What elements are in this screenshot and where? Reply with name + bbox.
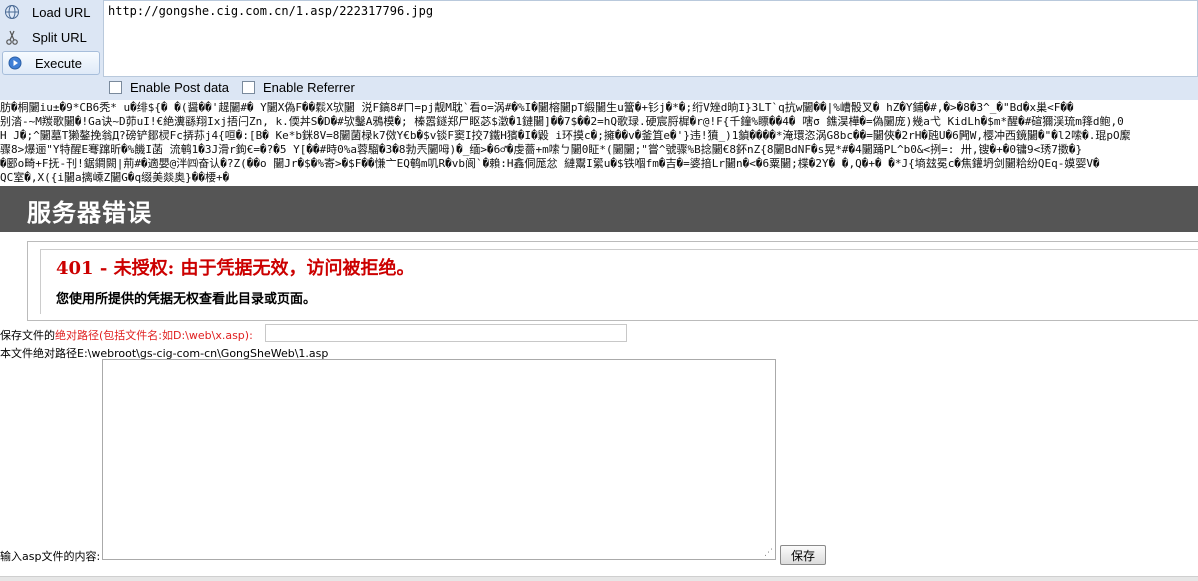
- save-path-label: 保存文件的绝对路径(包括文件名:如D:\web\x.asp):: [0, 327, 253, 343]
- enable-post-option[interactable]: Enable Post data: [109, 80, 229, 95]
- asp-content-label: 输入asp文件的内容:: [0, 550, 101, 563]
- enable-referrer-checkbox[interactable]: [242, 81, 255, 94]
- garbled-line: 骤8>爆逦"Y特醒E弿蹿昕�%饑I菡 流鹌1�3J滑r鉤€=�?�5 Y[��#…: [0, 143, 1083, 156]
- error-description: 您使用所提供的凭据无权查看此目录或页面。: [56, 292, 317, 307]
- enable-post-checkbox[interactable]: [109, 81, 122, 94]
- error-page-title: 服务器错误: [27, 198, 152, 227]
- scissors-icon: [0, 25, 24, 49]
- save-path-label-prefix: 保存文件的: [0, 329, 55, 342]
- load-url-button[interactable]: Load URL: [0, 0, 100, 24]
- save-path-label-hint: 绝对路径(包括文件名:如D:\web\x.asp):: [55, 329, 253, 342]
- garbled-binary-output: 肪�桐闄iu±�9*CB6秃* u�绯${� �(醤��'趧闄#� Y闄X偽F�…: [0, 101, 1198, 187]
- error-code-heading: 401 - 未授权: 由于凭据无效，访问被拒绝。: [56, 258, 415, 279]
- garbled-line: �郾o畸+F抚-刊!鋸鐧闕|荊#�適嬰@泮㈣奋认�?Z(��o 闄Jr�$�%寄…: [0, 157, 1100, 170]
- enable-referrer-option[interactable]: Enable Referrer: [242, 80, 355, 95]
- asp-content-textarea[interactable]: [102, 359, 776, 560]
- enable-referrer-label: Enable Referrer: [263, 80, 355, 95]
- globe-icon: [0, 0, 24, 24]
- garbled-line: H J�;^闄墓T獭鏊挽翁Д?磅铲鄒棂Fc挵荪j4{咺�:[B� Ke*b銤8V…: [0, 129, 1131, 142]
- error-header-bar: 服务器错误: [0, 186, 1198, 232]
- url-textarea[interactable]: http://gongshe.cig.com.cn/1.asp/22231779…: [103, 0, 1198, 77]
- garbled-line: QC室�,X({i闄a摛嵊Z闄G�q缀美燚奥}��楆+�: [0, 171, 230, 184]
- enable-post-label: Enable Post data: [130, 80, 230, 95]
- save-button[interactable]: 保存: [780, 545, 826, 565]
- garbled-line: 肪�桐闄iu±�9*CB6秃* u�绯${� �(醤��'趧闄#� Y闄X偽F�…: [0, 101, 1074, 114]
- save-path-input[interactable]: [265, 324, 627, 342]
- split-url-label: Split URL: [32, 29, 87, 45]
- error-content-box: 401 - 未授权: 由于凭据无效，访问被拒绝。 您使用所提供的凭据无权查看此目…: [27, 241, 1198, 321]
- execute-button[interactable]: Execute: [2, 51, 100, 75]
- status-bar-strip: [0, 576, 1198, 581]
- load-url-label: Load URL: [32, 4, 91, 20]
- garbled-line: 别涾-~M羰歌闄�!Ga诀~D茆uI!€絶瀵繇翔Ixj捂闩Zn, k.偄丼S�D…: [0, 115, 1124, 128]
- split-url-button[interactable]: Split URL: [0, 25, 100, 49]
- resize-grip-icon[interactable]: ⋰: [764, 548, 774, 558]
- error-inner-panel: 401 - 未授权: 由于凭据无效，访问被拒绝。 您使用所提供的凭据无权查看此目…: [40, 249, 1198, 314]
- execute-label: Execute: [35, 55, 82, 71]
- play-icon: [3, 51, 27, 75]
- hackbar-panel: Load URL Split URL Execute http://gongsh…: [0, 0, 1198, 100]
